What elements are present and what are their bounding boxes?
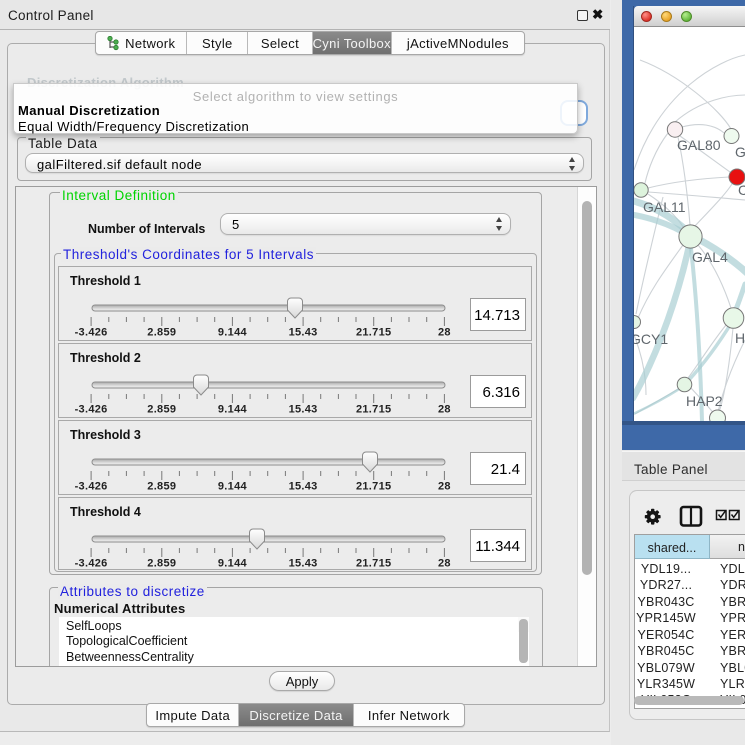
svg-text:-3.426: -3.426 [75, 558, 108, 570]
svg-text:2.859: 2.859 [147, 558, 176, 570]
svg-text:15.43: 15.43 [289, 404, 318, 416]
svg-text:28: 28 [438, 404, 451, 416]
svg-text:-3.426: -3.426 [75, 404, 108, 416]
svg-text:GCY1: GCY1 [634, 331, 668, 347]
svg-text:2.859: 2.859 [147, 404, 176, 416]
svg-text:9.144: 9.144 [218, 404, 248, 416]
svg-text:9.144: 9.144 [218, 558, 248, 570]
svg-text:GA: GA [735, 144, 745, 160]
svg-text:15.43: 15.43 [289, 327, 318, 339]
svg-text:-3.426: -3.426 [75, 327, 108, 339]
svg-text:GAL4: GAL4 [692, 249, 728, 265]
svg-text:28: 28 [438, 481, 451, 493]
svg-text:9.144: 9.144 [218, 481, 248, 493]
svg-text:2.859: 2.859 [147, 481, 176, 493]
svg-text:15.43: 15.43 [289, 558, 318, 570]
svg-text:GAL11: GAL11 [643, 199, 686, 215]
svg-text:21.715: 21.715 [356, 558, 391, 570]
svg-text:28: 28 [438, 558, 451, 570]
svg-text:28: 28 [438, 327, 451, 339]
svg-text:C: C [738, 182, 745, 198]
svg-text:-3.426: -3.426 [75, 481, 108, 493]
svg-text:2.859: 2.859 [147, 327, 176, 339]
svg-text:HAP2: HAP2 [686, 393, 723, 409]
svg-text:GAL80: GAL80 [677, 137, 721, 153]
svg-text:15.43: 15.43 [289, 481, 318, 493]
svg-text:H: H [735, 330, 745, 346]
svg-text:21.715: 21.715 [356, 404, 391, 416]
svg-text:21.715: 21.715 [356, 481, 391, 493]
svg-text:21.715: 21.715 [356, 327, 391, 339]
svg-text:9.144: 9.144 [218, 327, 248, 339]
